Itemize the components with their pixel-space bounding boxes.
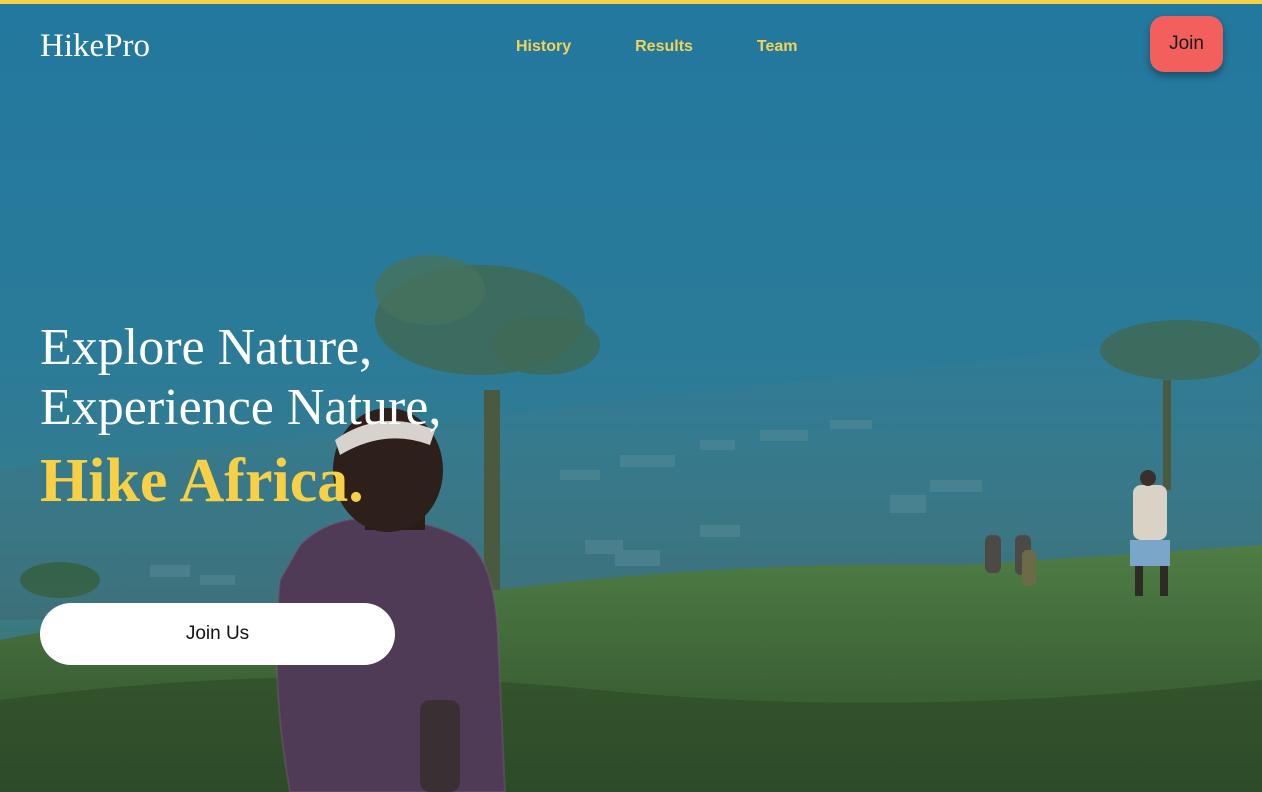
- nav-link-team[interactable]: Team: [757, 38, 798, 56]
- headline-accent: Hike Africa.: [40, 447, 364, 515]
- top-accent-strip: [0, 0, 1262, 4]
- join-us-button[interactable]: Join Us: [40, 603, 395, 665]
- headline-line-1: Explore Nature,: [40, 319, 373, 376]
- hero-headline: Explore Nature, Experience Nature, Hike …: [40, 318, 441, 516]
- nav-link-history[interactable]: History: [516, 38, 571, 56]
- join-button[interactable]: Join: [1150, 16, 1223, 72]
- hero-section: HikePro History Results Team Join Explor…: [0, 0, 1262, 792]
- brand-logo[interactable]: HikePro: [40, 28, 150, 65]
- nav-link-results[interactable]: Results: [635, 38, 693, 56]
- headline-line-2: Experience Nature,: [40, 379, 442, 436]
- main-navigation: History Results Team: [516, 38, 798, 56]
